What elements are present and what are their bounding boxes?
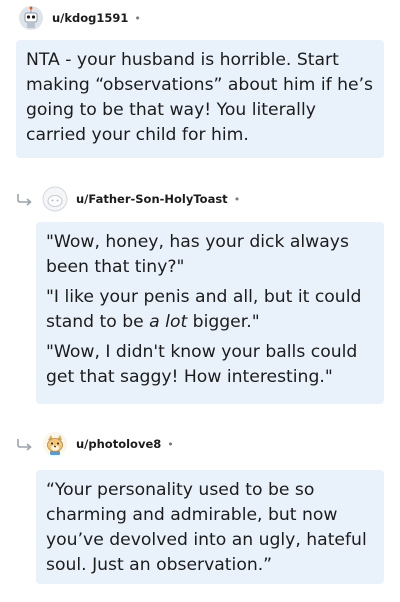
username[interactable]: u/kdog1591: [52, 11, 128, 25]
default-snoo-avatar-icon[interactable]: [42, 186, 68, 212]
comment-header: u/photolove8 •: [0, 430, 400, 458]
username[interactable]: u/photolove8: [76, 437, 161, 451]
comment-paragraph: "Wow, I didn't know your balls could get…: [46, 342, 358, 387]
doge-snoo-avatar-icon[interactable]: [42, 431, 68, 457]
snoo-robot-avatar-icon[interactable]: [18, 5, 44, 31]
comment-body: NTA - your husband is horrible. Start ma…: [16, 40, 384, 158]
meta-separator: •: [233, 192, 241, 206]
comment-father-son-holytoast: u/Father-Son-HolyToast •: [0, 185, 400, 213]
comment-body: “Your personality used to be so charming…: [36, 470, 384, 584]
comment-text: NTA - your husband is horrible. Start ma…: [26, 50, 373, 145]
comment-paragraph: "Wow, honey, has your dick always been t…: [46, 232, 349, 277]
comment-header: u/Father-Son-HolyToast •: [0, 185, 400, 213]
meta-separator: •: [134, 11, 141, 25]
reply-arrow-icon: [17, 439, 32, 451]
paragraph-text-end: bigger.": [187, 312, 260, 332]
comment-body: "Wow, honey, has your dick always been t…: [36, 222, 384, 404]
comment-text: “Your personality used to be so charming…: [46, 480, 367, 575]
reply-arrow-icon: [17, 194, 32, 206]
comment-photolove8: u/photolove8 •: [0, 430, 400, 458]
comment-header: u/kdog1591 •: [0, 4, 400, 32]
comment-paragraph: "I like your penis and all, but it could…: [46, 285, 374, 335]
meta-separator: •: [167, 437, 174, 451]
username[interactable]: u/Father-Son-HolyToast: [76, 192, 228, 206]
italic-text: a lot: [149, 312, 188, 332]
comment-kdog1591: u/kdog1591 •: [0, 4, 400, 32]
